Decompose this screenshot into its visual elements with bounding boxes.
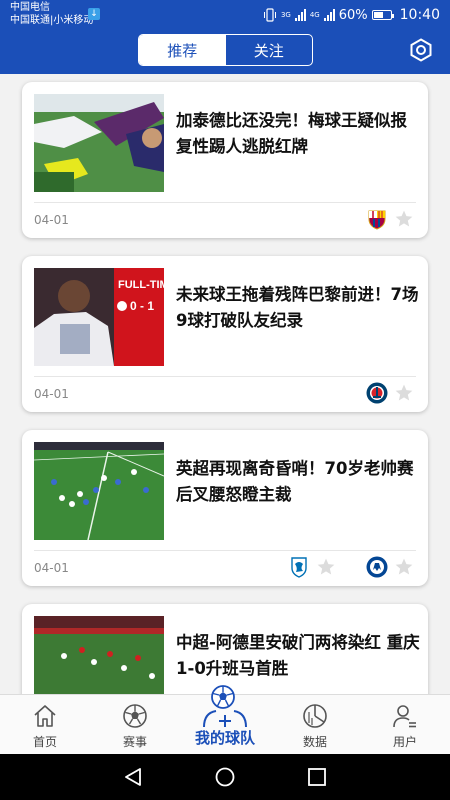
battery-percent: 60%: [338, 7, 368, 23]
news-headline[interactable]: 加泰德比还没完！梅球王疑似报复性踢人逃脱红牌: [176, 108, 420, 160]
network-type-b: 4G: [309, 11, 320, 19]
signal-b-icon: [323, 9, 335, 21]
battery-level: [373, 12, 384, 18]
card-divider: [34, 202, 416, 203]
system-nav-bar: [0, 754, 450, 800]
clock: 10:40: [399, 7, 440, 23]
tab-matches[interactable]: 赛事: [90, 695, 180, 755]
score-overlay: 0 - 1: [130, 299, 154, 313]
fulltime-overlay: FULL-TIM: [118, 279, 164, 291]
status-bar: 中国电信 中国联通|小米移动 ↓ 3G 4G 60% 10:40: [0, 0, 450, 30]
download-notification-icon: ↓: [88, 8, 100, 20]
star-icon[interactable]: [394, 557, 414, 577]
card-divider: [34, 550, 416, 551]
cardiff-badge-icon[interactable]: [288, 556, 310, 578]
news-thumbnail: FULL-TIM 0 - 1: [34, 268, 164, 366]
bottom-tab-bar: 首页 赛事 我的球队 数据 用户: [0, 685, 450, 755]
star-icon[interactable]: [394, 209, 414, 229]
settings-icon[interactable]: [409, 38, 433, 62]
star-icon[interactable]: [316, 557, 336, 577]
news-feed[interactable]: 加泰德比还没完！梅球王疑似报复性踢人逃脱红牌 04-01 FULL-TIM 0 …: [0, 74, 450, 694]
data-chart-icon: [303, 704, 327, 728]
team-tags: [366, 382, 414, 404]
news-card[interactable]: FULL-TIM 0 - 1 未来球王拖着残阵巴黎前进！7场9球打破队友纪录 0…: [22, 256, 428, 412]
tab-data[interactable]: 数据: [270, 695, 360, 755]
tab-home[interactable]: 首页: [0, 695, 90, 755]
card-divider: [34, 376, 416, 377]
tab-following[interactable]: 关注: [226, 35, 313, 65]
psg-badge-icon[interactable]: [366, 382, 388, 404]
news-card[interactable]: 加泰德比还没完！梅球王疑似报复性踢人逃脱红牌 04-01: [22, 82, 428, 238]
news-date: 04-01: [34, 387, 69, 401]
tab-my-team-label: 我的球队: [194, 729, 255, 747]
carrier-primary: 中国电信: [10, 2, 50, 13]
feed-tab-switcher: 推荐 关注: [138, 34, 313, 66]
news-headline[interactable]: 未来球王拖着残阵巴黎前进！7场9球打破队友纪录: [176, 282, 420, 334]
carrier-secondary: 中国联通|小米移动: [10, 15, 94, 26]
status-icons: 3G 4G 60% 10:40: [263, 5, 440, 25]
news-card[interactable]: 中超-阿德里安破门两将染红 重庆1-0升班马首胜: [22, 604, 428, 694]
news-date: 04-01: [34, 213, 69, 227]
star-icon[interactable]: [394, 383, 414, 403]
news-card[interactable]: 英超再现离奇昏哨！70岁老帅赛后叉腰怒瞪主裁 04-01: [22, 430, 428, 586]
news-thumbnail: [34, 94, 164, 192]
tab-recommended[interactable]: 推荐: [139, 35, 226, 65]
battery-icon: [371, 10, 394, 20]
news-headline[interactable]: 英超再现离奇昏哨！70岁老帅赛后叉腰怒瞪主裁: [176, 456, 420, 508]
team-tags: [366, 208, 414, 230]
chelsea-badge-icon[interactable]: [366, 556, 388, 578]
news-headline[interactable]: 中超-阿德里安破门两将染红 重庆1-0升班马首胜: [176, 630, 420, 682]
team-tags: [288, 556, 414, 578]
my-team-icon: [203, 710, 247, 728]
network-type-a: 3G: [280, 11, 291, 19]
home-icon: [34, 705, 56, 727]
signal-a-icon: [294, 9, 306, 21]
tab-data-label: 数据: [302, 735, 327, 749]
user-icon: [393, 705, 416, 728]
tab-user-label: 用户: [392, 735, 417, 749]
back-icon[interactable]: [122, 766, 144, 788]
tab-matches-label: 赛事: [122, 735, 147, 749]
app-header: 推荐 关注: [0, 30, 450, 74]
vibrate-icon: [263, 8, 276, 22]
tab-home-label: 首页: [32, 735, 57, 749]
football-icon[interactable]: [211, 685, 235, 709]
news-date: 04-01: [34, 561, 69, 575]
home-circle-icon[interactable]: [214, 766, 236, 788]
recents-icon[interactable]: [306, 766, 328, 788]
news-thumbnail: [34, 616, 164, 694]
tab-user[interactable]: 用户: [360, 695, 450, 755]
news-thumbnail: [34, 442, 164, 540]
football-icon: [123, 704, 147, 728]
barcelona-badge-icon[interactable]: [366, 208, 388, 230]
